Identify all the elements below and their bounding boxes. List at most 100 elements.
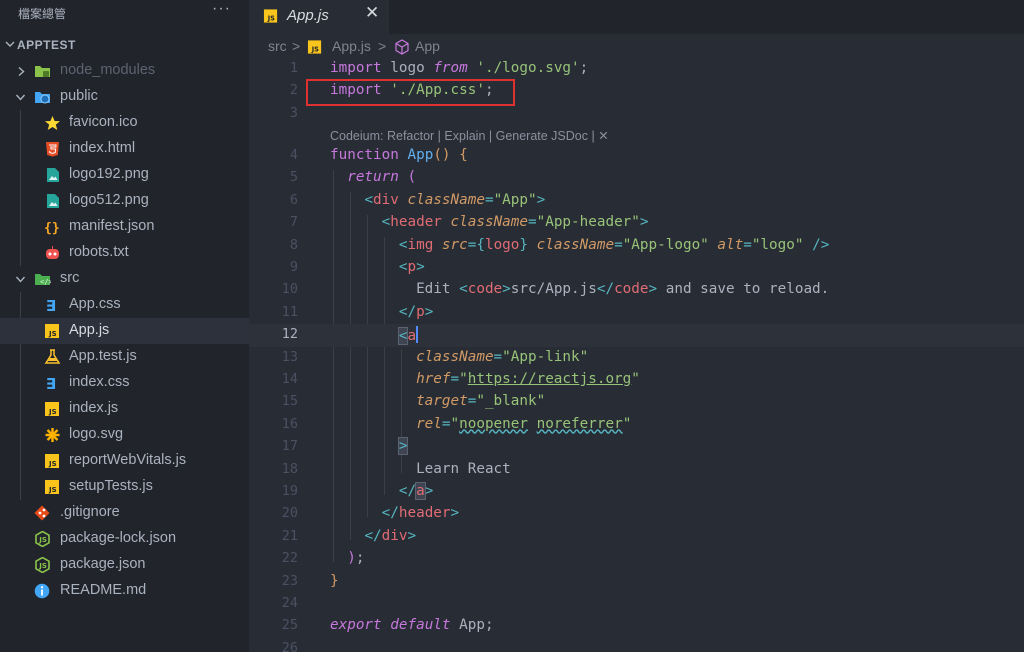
explorer-title: 檔案總管 (18, 7, 67, 21)
token-bracket: </ (398, 303, 417, 320)
code-text: } (330, 573, 339, 589)
token-punct: = (493, 348, 503, 365)
css-icon: ∃ (46, 297, 56, 313)
tree-item-public[interactable]: public (0, 84, 249, 110)
line-number: 20 (281, 505, 298, 522)
svg-asterisk-icon (45, 428, 60, 442)
tree-item-label: README.md (60, 582, 147, 598)
tree-item-package-json[interactable]: JS package.json (0, 552, 249, 578)
line-number: 6 (289, 191, 298, 208)
token-tag: code (467, 281, 503, 298)
token-attribute: rel (416, 415, 442, 432)
tree-item-index-html[interactable]: index.html (0, 136, 249, 162)
breadcrumb-separator: > (378, 38, 387, 54)
token-bracket: > (397, 437, 409, 456)
token-tag: header (390, 214, 442, 231)
tree-item-label: manifest.json (69, 218, 155, 234)
tree-item-app-test[interactable]: App.test.js (0, 344, 249, 370)
tree-item-app-css[interactable]: ∃ App.css (0, 292, 249, 318)
tree-item-report-web-vitals[interactable]: JS reportWebVitals.js (0, 448, 249, 474)
code-line: 13 className="App-link" (249, 347, 1024, 369)
token-attribute: className (407, 191, 485, 208)
token-string: "App-link" (502, 348, 589, 365)
code-text: export default App; (330, 617, 494, 633)
code-text: href="https://reactjs.org" (330, 371, 640, 387)
tree-item-gitignore[interactable]: .gitignore (0, 500, 249, 526)
token-text: logo (381, 60, 434, 76)
tree-item-label: package-lock.json (60, 530, 177, 546)
token-string-spellcheck: noreferrer (536, 415, 623, 432)
tree-item-logo-svg[interactable]: logo.svg (0, 422, 249, 448)
token-punct: ; (579, 60, 589, 76)
tree-item-package-lock[interactable]: JS package-lock.json (0, 526, 249, 552)
js-icon: JS (45, 480, 59, 494)
nodejs-icon: JS (35, 531, 50, 547)
line-number: 13 (281, 348, 298, 365)
line-number: 23 (281, 572, 298, 589)
token-bracket: > (502, 281, 511, 298)
token-brace: } (330, 572, 339, 589)
css-icon: ∃ (46, 375, 56, 391)
svg-text:∃: ∃ (46, 375, 56, 391)
breadcrumb-file[interactable]: App.js (332, 38, 371, 54)
tree-item-setup-tests[interactable]: JS setupTests.js (0, 474, 249, 500)
tree-item-node-modules[interactable]: node_modules (0, 58, 249, 84)
codeium-codelens[interactable]: Codeium: Refactor | Explain | Generate J… (330, 128, 609, 143)
code-line: 15 target="_blank" (249, 391, 1024, 413)
line-number: 11 (281, 303, 298, 320)
code-text: <a (330, 326, 419, 346)
code-text: <img src={logo} className="App-logo" alt… (330, 237, 829, 253)
token-text: src/App.js (510, 281, 597, 298)
code-text: Learn React (330, 461, 511, 477)
code-text: </p> (330, 304, 433, 320)
code-text: <div className="App"> (330, 192, 545, 208)
token-brace: { (476, 236, 485, 253)
code-line: 21 </div> (249, 526, 1024, 548)
code-text: import logo from './logo.svg'; (330, 60, 588, 76)
json-braces-icon: {} (44, 221, 60, 235)
code-line: 25 export default App; (249, 615, 1024, 637)
tree-item-readme[interactable]: README.md (0, 578, 249, 604)
project-root[interactable]: APPTEST (0, 35, 249, 57)
token-attribute: href (416, 371, 451, 387)
token-punct: = (484, 191, 494, 208)
tree-item-robots[interactable]: robots.txt (0, 240, 249, 266)
tree-item-favicon[interactable]: favicon.ico (0, 110, 249, 136)
tree-item-logo512[interactable]: logo512.png (0, 188, 249, 214)
tab-app-js[interactable]: JS App.js ✕ (249, 0, 389, 34)
tree-item-src[interactable]: </> src (0, 266, 249, 292)
tree-item-label: App.js (69, 322, 110, 338)
robot-icon (46, 246, 59, 259)
tree-item-index-js[interactable]: JS index.js (0, 396, 249, 422)
tree-item-app-js[interactable]: JS App.js (0, 318, 249, 344)
tree-item-index-css[interactable]: ∃ index.css (0, 370, 249, 396)
js-icon: JS (45, 454, 59, 468)
token-punct: = (614, 236, 623, 253)
code-editor[interactable]: 1 import logo from './logo.svg'; 2 impor… (249, 58, 1024, 652)
star-icon (45, 116, 60, 130)
code-text: className="App-link" (330, 349, 588, 365)
breadcrumb-symbol[interactable]: App (415, 38, 440, 54)
more-actions-icon[interactable]: ··· (212, 0, 231, 18)
breadcrumb-src[interactable]: src (268, 38, 287, 54)
token-bracket: > (424, 483, 434, 499)
tree-item-label: node_modules (60, 62, 156, 78)
js-icon: JS (307, 40, 322, 54)
token-attribute: src (441, 236, 468, 253)
tree-item-label: App.css (69, 296, 121, 312)
close-icon[interactable]: ✕ (365, 3, 379, 23)
svg-text:JS: JS (48, 460, 57, 468)
js-icon: JS (45, 402, 59, 416)
tree-item-manifest[interactable]: {} manifest.json (0, 214, 249, 240)
token-keyword: from (433, 60, 468, 76)
token-url-link[interactable]: https://reactjs.org (468, 371, 632, 387)
tree-item-label: setupTests.js (69, 478, 153, 494)
token-bracket: > (407, 527, 417, 544)
token-tag: img (407, 236, 434, 253)
token-brace: { (459, 147, 468, 163)
tree-item-logo192[interactable]: logo192.png (0, 162, 249, 188)
svg-text:∃: ∃ (46, 297, 56, 313)
code-text: Edit <code>src/App.js</code> and save to… (330, 281, 829, 297)
